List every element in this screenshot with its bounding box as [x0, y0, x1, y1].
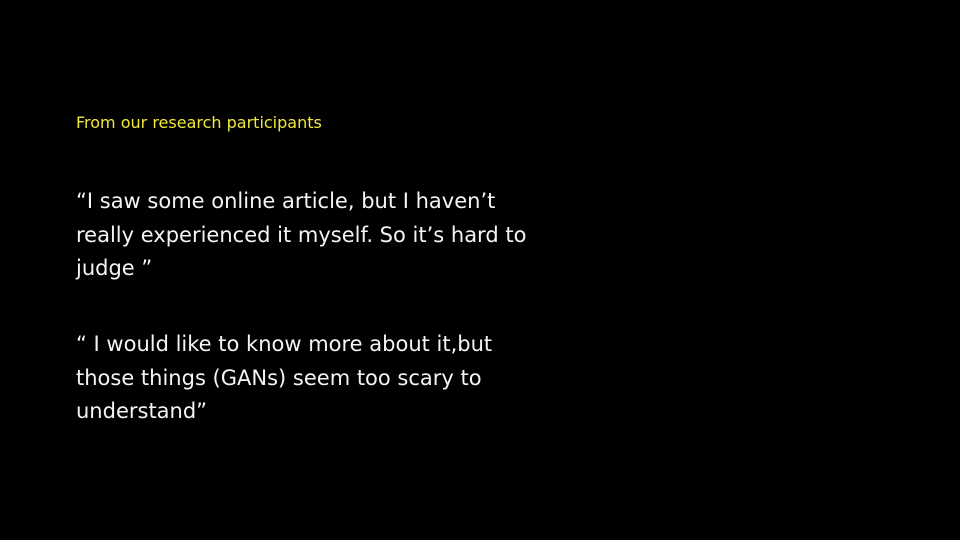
participant-quote-1: “I saw some online article, but I haven’…	[76, 189, 527, 280]
slide: From our research participants “I saw so…	[0, 0, 960, 540]
participant-quote-2: “ I would like to know more about it,but…	[76, 332, 493, 423]
slide-eyebrow-label: From our research participants	[76, 113, 322, 132]
